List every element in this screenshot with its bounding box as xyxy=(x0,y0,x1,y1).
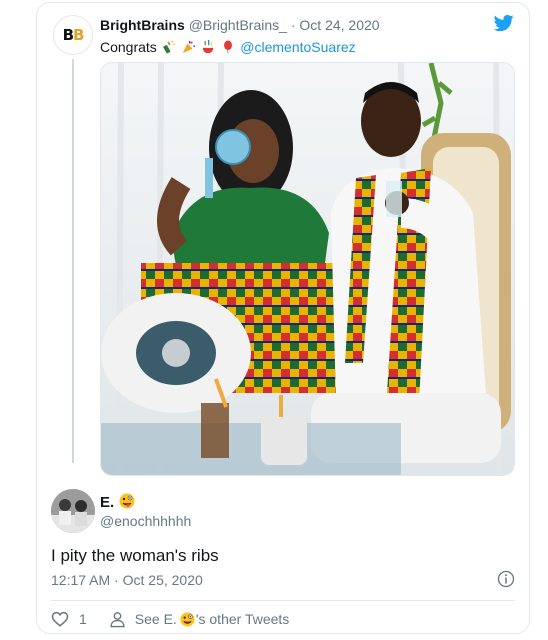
quoted-author-name[interactable]: BrightBrains xyxy=(100,17,185,33)
party-popper-icon xyxy=(182,40,195,54)
enoch-avatar[interactable] xyxy=(51,489,95,533)
see-other-prefix: See E. xyxy=(134,611,177,627)
thread-connector-line xyxy=(72,59,74,463)
balloon-icon xyxy=(224,40,233,54)
like-button[interactable]: 1 xyxy=(51,610,87,628)
bottle-with-popping-cork-icon xyxy=(162,40,175,54)
twitter-bird-icon[interactable] xyxy=(493,13,515,33)
reply-timestamp[interactable]: 12:17 AM · Oct 25, 2020 xyxy=(51,572,203,588)
reply-date: Oct 25, 2020 xyxy=(122,572,203,588)
quoted-tweet-date[interactable]: Oct 24, 2020 xyxy=(299,17,379,33)
confetti-ball-icon xyxy=(203,40,214,54)
brightbrains-avatar[interactable]: BB xyxy=(53,15,93,55)
congrats-text: Congrats xyxy=(100,39,157,55)
info-icon[interactable] xyxy=(497,570,515,588)
actions-divider xyxy=(51,600,515,601)
tweet-photo[interactable] xyxy=(100,62,515,476)
reply-author-handle[interactable]: @enochhhhhh xyxy=(100,513,191,529)
avatar-photo xyxy=(51,489,95,533)
quoted-tweet-header: BrightBrains @BrightBrains_ · Oct 24, 20… xyxy=(100,17,380,33)
see-other-tweets-link[interactable]: See E. 's other Tweets xyxy=(109,611,290,628)
mention-link[interactable]: @clementoSuarez xyxy=(240,39,355,55)
quoted-tweet-text: Congrats @clementoSuarez xyxy=(100,39,356,55)
meta-separator: · xyxy=(114,572,119,588)
like-count: 1 xyxy=(79,611,87,627)
reply-time: 12:17 AM xyxy=(51,572,111,588)
reply-author-name-text: E. xyxy=(100,494,115,511)
quoted-author-handle[interactable]: @BrightBrains_ xyxy=(189,17,287,33)
brightbrains-logo: BB xyxy=(62,26,85,44)
couple-photo-illustration xyxy=(101,63,514,475)
embedded-tweet-card: BB BrightBrains @BrightBrains_ · Oct 24,… xyxy=(36,2,530,634)
reply-author-name[interactable]: E. xyxy=(100,493,136,511)
reply-tweet-text: I pity the woman's ribs xyxy=(51,546,219,565)
header-separator: · xyxy=(290,17,296,33)
zany-face-small-icon xyxy=(180,611,195,627)
tweet-actions-bar: 1 See E. 's other Tweets xyxy=(51,609,289,629)
profile-icon xyxy=(110,611,125,627)
zany-face-icon xyxy=(119,493,135,509)
heart-icon xyxy=(51,611,69,627)
see-other-suffix: 's other Tweets xyxy=(195,611,290,627)
